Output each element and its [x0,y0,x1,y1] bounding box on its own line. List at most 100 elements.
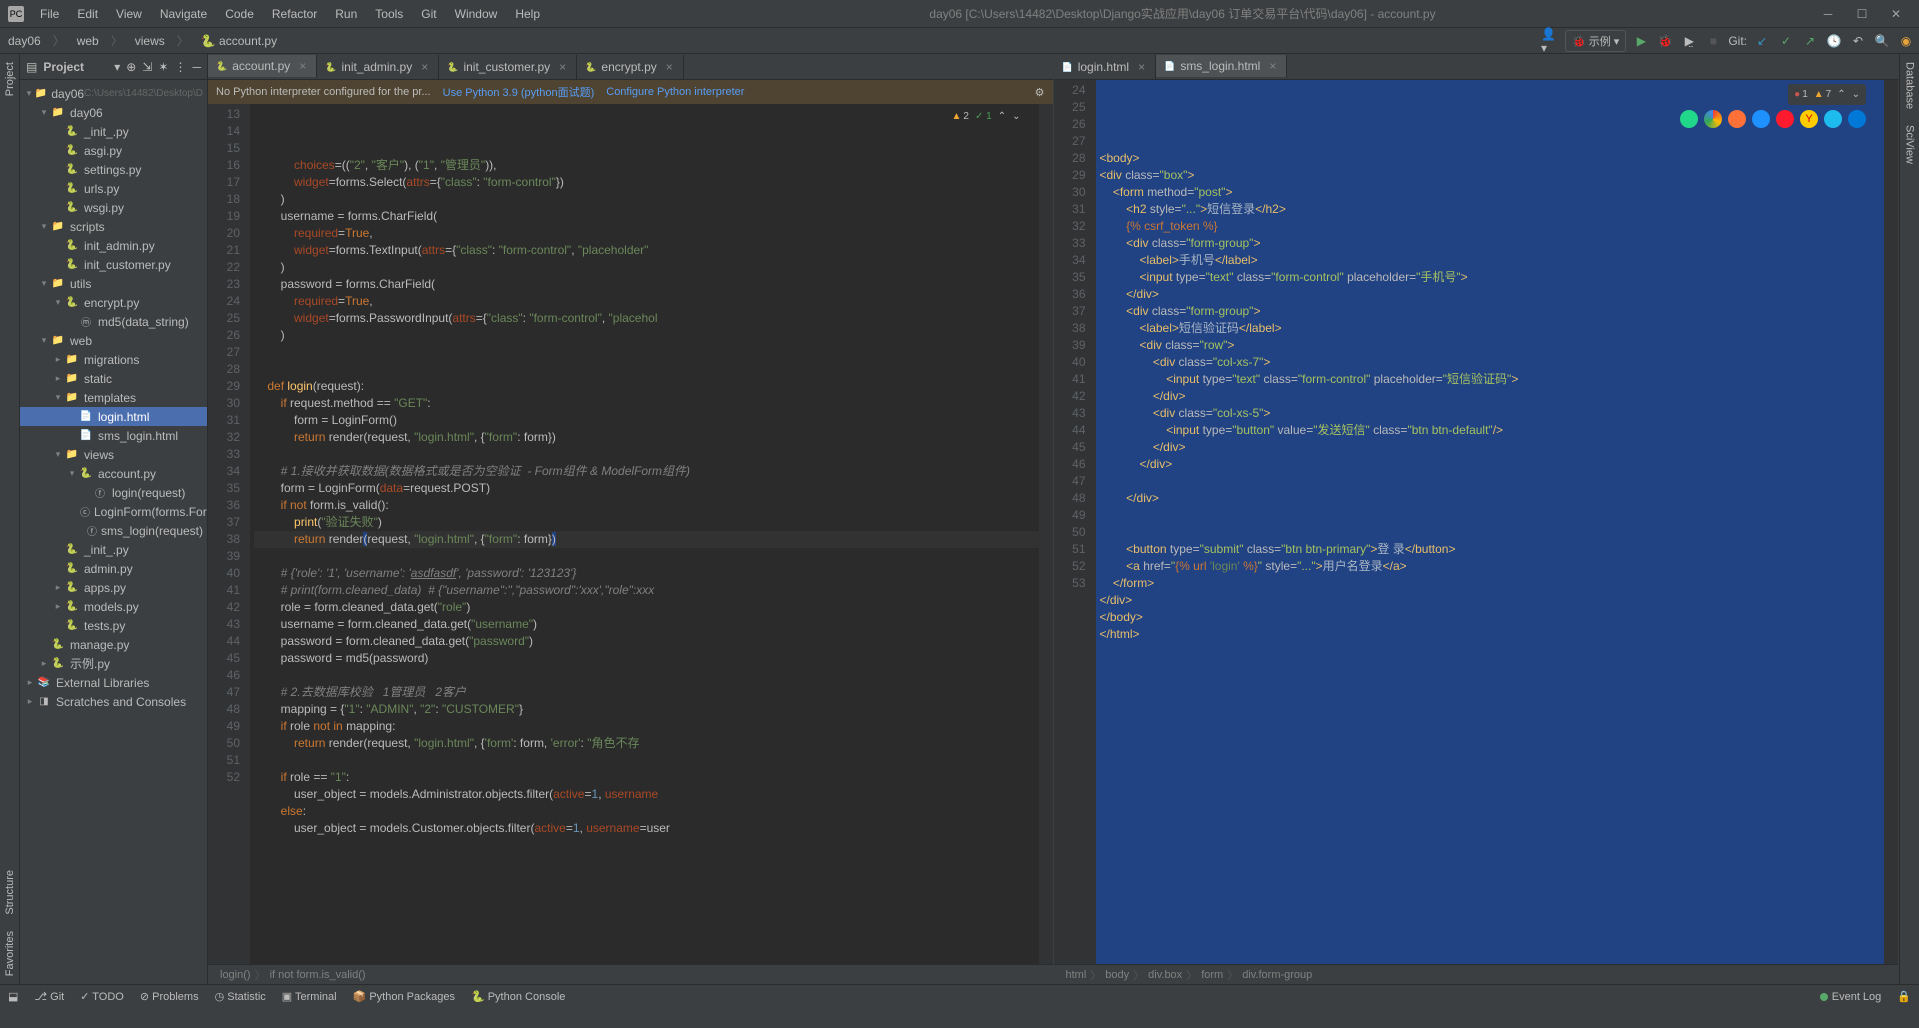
hide-panel-icon[interactable]: ─ [192,60,201,74]
expand-icon[interactable]: ⇲ [142,60,152,74]
crumb[interactable]: form [1201,969,1223,981]
close-icon[interactable]: ✕ [1885,7,1907,21]
tree-item[interactable]: 🐍asgi.py [20,141,207,160]
menu-window[interactable]: Window [447,3,506,25]
debug-icon[interactable]: 🐞 [1656,32,1674,50]
maximize-icon[interactable]: ☐ [1851,7,1873,21]
tree-item[interactable]: ▸🐍apps.py [20,578,207,597]
panel-dropdown-icon[interactable]: ▾ [114,60,120,74]
menu-refactor[interactable]: Refactor [264,3,325,25]
error-stripe[interactable] [1039,104,1053,964]
close-tab-icon[interactable]: × [1269,59,1276,73]
panel-type-icon[interactable]: ▤ [26,60,37,74]
structure-stripe[interactable]: Structure [2,862,18,923]
tree-item[interactable]: ▸🐍示例.py [20,654,207,673]
event-log[interactable]: Event Log [1820,991,1882,1003]
stop-icon[interactable]: ■ [1704,32,1722,50]
browser-icons[interactable]: Y [1680,110,1866,128]
close-tab-icon[interactable]: × [559,60,566,74]
menu-help[interactable]: Help [507,3,548,25]
tree-item[interactable]: 🐍_init_.py [20,540,207,559]
tree-item[interactable]: ▾📁scripts [20,217,207,236]
menu-git[interactable]: Git [413,3,444,25]
error-stripe[interactable] [1884,80,1898,964]
tree-item[interactable]: 🐍admin.py [20,559,207,578]
tree-item[interactable]: ▾🐍account.py [20,464,207,483]
tree-item[interactable]: ▸📚External Libraries [20,673,207,692]
tree-item[interactable]: ▾📁views [20,445,207,464]
tree-item[interactable]: ▸◨Scratches and Consoles [20,692,207,711]
minimize-icon[interactable]: ─ [1817,7,1839,21]
editor-tab[interactable]: 🐍init_customer.py× [439,55,577,79]
crumb[interactable]: if not form.is_valid() [270,969,366,981]
breadcrumb[interactable]: day06〉web〉views〉🐍 account.py [4,30,281,51]
code-area-left[interactable]: 1314151617181920212223242526272829303132… [208,104,1053,964]
run-more-icon[interactable]: ▶̤ [1680,32,1698,50]
menu-tools[interactable]: Tools [367,3,411,25]
tree-item[interactable]: ▸🐍models.py [20,597,207,616]
status-python-console[interactable]: 🐍 Python Console [471,990,565,1003]
menu-navigate[interactable]: Navigate [152,3,215,25]
crumb[interactable]: html [1066,969,1087,981]
tree-item[interactable]: ▾📁templates [20,388,207,407]
git-update-icon[interactable]: ↙ [1753,32,1771,50]
breadcrumb-item[interactable]: day06 [4,32,45,50]
close-tab-icon[interactable]: × [299,59,306,73]
search-icon[interactable]: 🔍 [1873,32,1891,50]
use-python-link[interactable]: Use Python 3.9 (python面试题) [443,84,595,100]
tree-item[interactable]: ▾📁web [20,331,207,350]
menu-edit[interactable]: Edit [69,3,106,25]
status-problems[interactable]: ⊘ Problems [140,990,199,1003]
tree-item[interactable]: 🐍urls.py [20,179,207,198]
tree-item[interactable]: ⓕsms_login(request) [20,521,207,540]
favorites-stripe[interactable]: Favorites [2,923,18,984]
tree-item[interactable]: ▸📁migrations [20,350,207,369]
run-config-selector[interactable]: 🐞 示例 ▾ [1565,30,1626,52]
crumb[interactable]: div.box [1148,969,1182,981]
settings-icon[interactable]: ◉ [1897,32,1915,50]
crumb[interactable]: login() [220,969,251,981]
tree-item[interactable]: 🐍init_admin.py [20,236,207,255]
git-push-icon[interactable]: ↗ [1801,32,1819,50]
git-commit-icon[interactable]: ✓ [1777,32,1795,50]
tree-item[interactable]: 🐍manage.py [20,635,207,654]
git-rollback-icon[interactable]: ↶ [1849,32,1867,50]
tree-item[interactable]: ▸📁static [20,369,207,388]
editor-tab[interactable]: 🐍encrypt.py× [577,55,684,79]
collapse-icon[interactable]: ✶ [158,60,168,74]
code-area-right[interactable]: 2425262728293031323334353637383940414243… [1054,80,1899,964]
inspection-badge[interactable]: 2 ✓ 1 ⌃⌄ [952,108,1021,125]
tree-item[interactable]: 📄login.html [20,407,207,426]
tree-item[interactable]: 🐍wsgi.py [20,198,207,217]
editor-tab[interactable]: 📄sms_login.html× [1156,55,1287,79]
status-todo[interactable]: ✓ TODO [80,990,124,1003]
tree-item[interactable]: ▾📁day06 C:\Users\14482\Desktop\D [20,84,207,103]
breadcrumb-item[interactable]: views [131,32,169,50]
editor-tab[interactable]: 🐍init_admin.py× [317,55,439,79]
breadcrumbs-right[interactable]: html〉body〉div.box〉form〉div.form-group [1054,964,1899,984]
close-tab-icon[interactable]: × [421,60,428,74]
tree-item[interactable]: ▾📁day06 [20,103,207,122]
banner-gear-icon[interactable]: ⚙ [1035,86,1045,99]
sciview-stripe[interactable]: SciView [1902,117,1918,172]
git-history-icon[interactable]: 🕓 [1825,32,1843,50]
tree-item[interactable]: ⓜmd5(data_string) [20,312,207,331]
close-tab-icon[interactable]: × [666,60,673,74]
editor-tab[interactable]: 📄login.html× [1054,55,1157,79]
close-tab-icon[interactable]: × [1138,60,1145,74]
tree-item[interactable]: 🐍_init_.py [20,122,207,141]
breadcrumb-item[interactable]: 🐍 account.py [197,32,281,50]
crumb[interactable]: div.form-group [1242,969,1312,981]
tree-item[interactable]: ▾🐍encrypt.py [20,293,207,312]
inspection-badge[interactable]: 1 7 ⌃⌄ [1788,84,1866,105]
menu-file[interactable]: File [32,3,67,25]
breadcrumb-item[interactable]: web [73,32,103,50]
lock-icon[interactable]: 🔒 [1897,990,1911,1003]
panel-settings-icon[interactable]: ⋮ [174,60,186,74]
editor-tab[interactable]: 🐍account.py× [208,55,317,79]
crumb[interactable]: body [1105,969,1129,981]
configure-interpreter-link[interactable]: Configure Python interpreter [606,86,744,98]
tree-item[interactable]: 🐍tests.py [20,616,207,635]
menu-code[interactable]: Code [217,3,262,25]
tree-item[interactable]: ⓕlogin(request) [20,483,207,502]
